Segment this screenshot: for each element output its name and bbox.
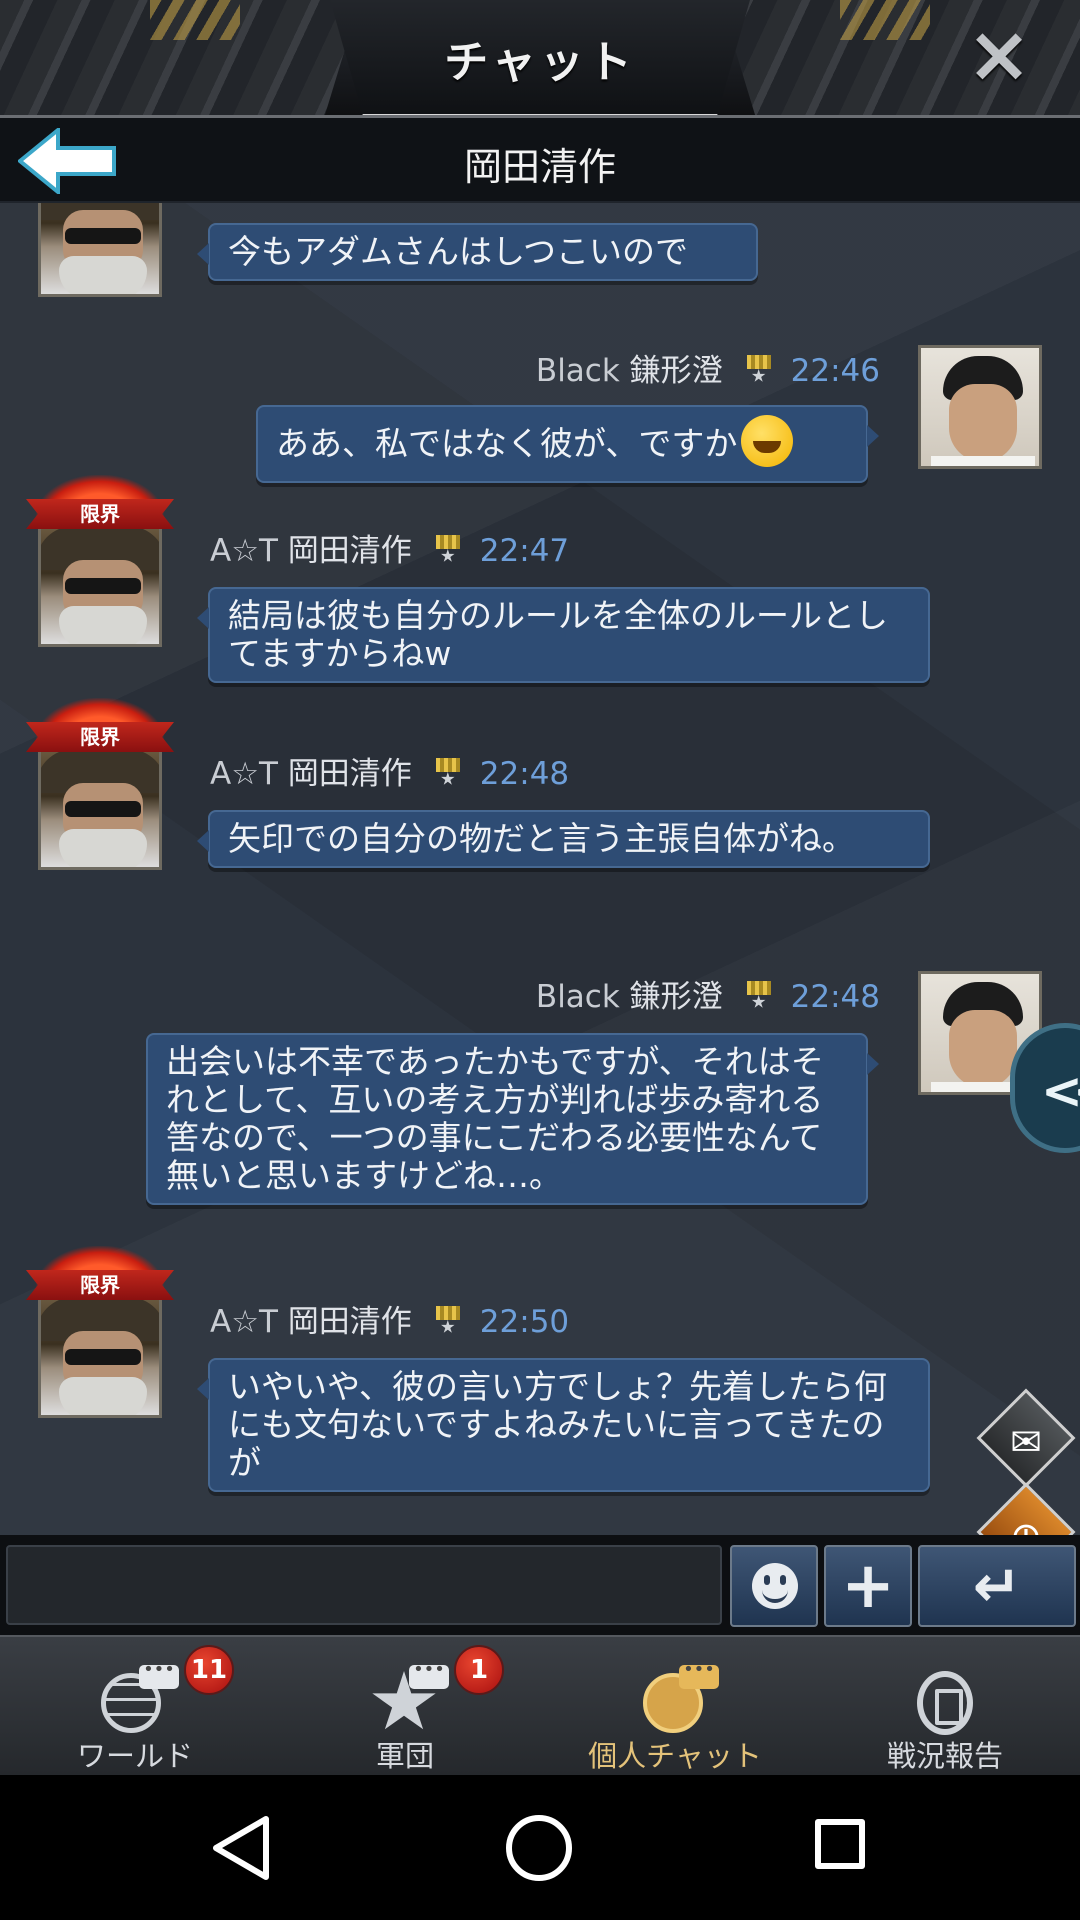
envelope-icon: ✉ — [1010, 1420, 1042, 1465]
message-time: 22:48 — [790, 979, 880, 1015]
badge-label: 限界 — [26, 1270, 174, 1300]
badge-label: 限界 — [26, 499, 174, 529]
message-input[interactable] — [6, 1545, 722, 1625]
add-friend-button[interactable]: ⊕ — [976, 1482, 1076, 1535]
message-text: いやいや、彼の言い方でしょ？先着したら何にも文句ないですよねみたいに言ってきたの… — [228, 1367, 888, 1482]
message-bubble[interactable]: 結局は彼も自分のルールを全体のルールとしてますからねw — [197, 587, 930, 683]
message-time: 22:50 — [479, 1304, 570, 1340]
message-time: 22:48 — [479, 756, 570, 792]
message-text: 矢印での自分の物だと言う主張自体がね。 — [228, 819, 855, 858]
unread-count-badge: 11 — [184, 1645, 234, 1695]
message-text: 今もアダムさんはしつこいので — [228, 232, 689, 271]
rank-medal-icon — [746, 981, 771, 1011]
avatar-image — [41, 749, 159, 867]
attach-button[interactable]: + — [824, 1545, 912, 1627]
sender-name: 岡田清作 — [287, 756, 412, 792]
message-text: 出会いは不幸であったかもですが、それはそれとして、互いの考え方が判れば歩み寄れる… — [166, 1042, 824, 1195]
avatar-image — [41, 203, 159, 294]
nav-back-icon[interactable] — [212, 1815, 272, 1881]
badge-label: 限界 — [26, 722, 174, 752]
mail-button[interactable]: ✉ — [976, 1388, 1076, 1488]
limit-rank-badge: 限界 — [26, 698, 174, 758]
message-sender: A☆T 岡田清作 22:50 — [210, 1296, 569, 1341]
avatar[interactable] — [918, 345, 1042, 469]
message-text: ああ、私ではなく彼が、ですか — [276, 424, 738, 463]
avatar-image — [41, 526, 159, 644]
message-bubble[interactable]: 矢印での自分の物だと言う主張自体がね。 — [197, 810, 930, 868]
rank-medal-icon — [435, 758, 460, 788]
enter-arrow-icon: ↵ — [972, 1552, 1022, 1620]
sender-name: 岡田清作 — [287, 533, 412, 569]
tab-label: 個人チャット — [588, 1739, 762, 1773]
avatar[interactable] — [38, 203, 162, 297]
tab-label: 戦況報告 — [886, 1739, 1003, 1773]
smiley-icon — [752, 1563, 798, 1609]
message-sender: Black 鎌形澄 22:46 — [536, 345, 880, 390]
avatar-image — [921, 348, 1039, 466]
chat-channel-tabs: 11 ワールド 1 軍団 個人チャット 戦況報告 — [0, 1635, 1080, 1775]
title-bar: チャット × — [0, 0, 1080, 118]
message-bubble[interactable]: 出会いは不幸であったかもですが、それはそれとして、互いの考え方が判れば歩み寄れる… — [146, 1033, 879, 1205]
page-title: チャット — [444, 37, 636, 88]
rank-medal-icon — [435, 1306, 460, 1336]
nav-home-icon[interactable] — [506, 1815, 572, 1881]
close-button[interactable]: × — [964, 16, 1034, 94]
tab-legion[interactable]: 1 軍団 — [270, 1637, 540, 1777]
message-bubble[interactable]: 今もアダムさんはしつこいので — [197, 223, 758, 281]
tab-label: 軍団 — [375, 1739, 434, 1773]
rank-medal-icon — [746, 355, 771, 385]
tab-world[interactable]: 11 ワールド — [0, 1637, 270, 1777]
avatar[interactable] — [38, 1294, 162, 1418]
limit-rank-badge: 限界 — [26, 475, 174, 535]
laughing-emoji-icon — [741, 415, 794, 467]
emoji-button[interactable] — [730, 1545, 818, 1627]
close-icon: × — [966, 10, 1032, 100]
sender-name: 岡田清作 — [287, 1304, 412, 1340]
double-chevron-left-icon: << — [1041, 1062, 1080, 1120]
message-sender: A☆T 岡田清作 22:48 — [210, 748, 569, 793]
sender-alliance-tag: A☆T — [210, 533, 278, 569]
sender-alliance-tag: A☆T — [210, 756, 278, 792]
system-navigation-bar — [0, 1775, 1080, 1920]
message-bubble[interactable]: いやいや、彼の言い方でしょ？先着したら何にも文句ないですよねみたいに言ってきたの… — [197, 1358, 930, 1492]
message-sender: Black 鎌形澄 22:48 — [536, 971, 880, 1016]
message-sender: A☆T 岡田清作 22:47 — [210, 525, 569, 570]
message-bubble[interactable]: ああ、私ではなく彼が、ですか — [256, 405, 879, 483]
sender-alliance-tag: A☆T — [210, 1304, 278, 1340]
people-chat-icon — [635, 1659, 719, 1735]
avatar-image — [41, 1297, 159, 1415]
message-composer: + ↵ — [0, 1535, 1080, 1635]
unread-count-badge: 1 — [454, 1645, 504, 1695]
plus-icon: + — [841, 1549, 895, 1623]
avatar[interactable] — [38, 523, 162, 647]
tab-label: ワールド — [76, 1739, 193, 1773]
nav-recent-apps-icon[interactable] — [815, 1819, 865, 1869]
conversation-header: 岡田清作 — [0, 118, 1080, 203]
tab-private-chat[interactable]: 個人チャット — [540, 1637, 810, 1777]
rank-medal-icon — [435, 535, 460, 565]
chat-message-list[interactable]: 今もアダムさんはしつこいので Black 鎌形澄 22:46 ああ、私ではなく彼が… — [0, 203, 1080, 1535]
sender-name: 鎌形澄 — [629, 979, 723, 1015]
sender-name: 鎌形澄 — [629, 353, 723, 389]
star-chat-icon — [365, 1659, 449, 1735]
limit-rank-badge: 限界 — [26, 1246, 174, 1306]
sender-alliance-tag: Black — [535, 979, 620, 1015]
avatar[interactable] — [38, 746, 162, 870]
message-time: 22:46 — [790, 353, 880, 389]
tab-battle-report[interactable]: 戦況報告 — [810, 1637, 1080, 1777]
conversation-partner-name: 岡田清作 — [463, 145, 616, 189]
message-time: 22:47 — [479, 533, 570, 569]
report-icon — [905, 1665, 985, 1735]
globe-chat-icon — [95, 1659, 179, 1735]
message-text: 結局は彼も自分のルールを全体のルールとしてますからねw — [228, 596, 888, 673]
add-friend-icon: ⊕ — [991, 1501, 1061, 1535]
sender-alliance-tag: Black — [535, 353, 620, 389]
send-button[interactable]: ↵ — [918, 1545, 1076, 1627]
